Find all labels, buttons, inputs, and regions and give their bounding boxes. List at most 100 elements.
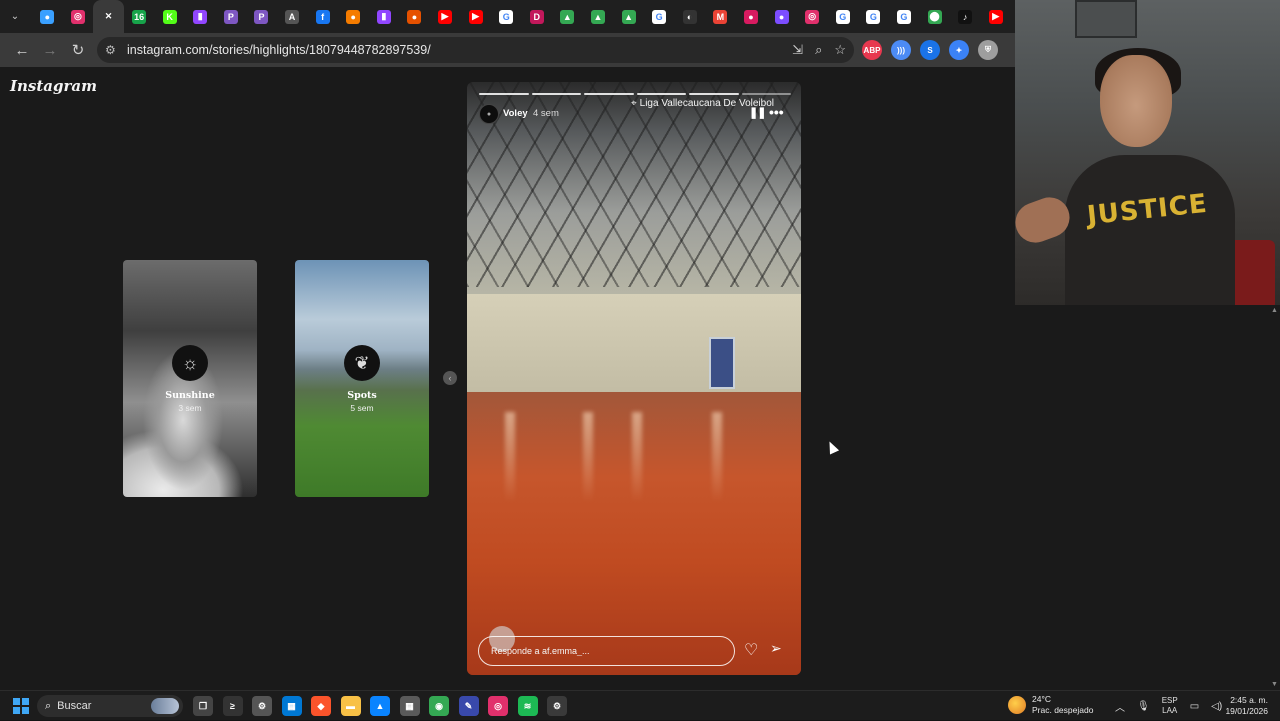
browser-tab[interactable]: 16	[124, 0, 155, 33]
scroll-up-arrow-icon[interactable]: ▲	[1271, 307, 1278, 314]
taskbar-search[interactable]: ⌕ Buscar	[37, 695, 183, 717]
counter-icon: 16	[132, 9, 147, 24]
browser-tab[interactable]: K	[154, 0, 185, 33]
previous-story-button[interactable]: ‹	[443, 371, 457, 385]
shield-icon[interactable]: ⛨	[978, 40, 998, 60]
browser-tab[interactable]: ●	[736, 0, 767, 33]
scroll-down-arrow-icon[interactable]: ▼	[1271, 681, 1278, 688]
browser-tab[interactable]: ▮	[369, 0, 400, 33]
browser-tab[interactable]: G	[491, 0, 522, 33]
url-text[interactable]: instagram.com/stories/highlights/1807944…	[127, 43, 431, 57]
browser-tab[interactable]: ●	[338, 0, 369, 33]
bookmark-star-icon[interactable]: ☆	[834, 42, 846, 58]
browser-tab[interactable]: ◐	[674, 0, 705, 33]
d-icon: D	[529, 9, 544, 24]
browser-tab[interactable]: ✕	[93, 0, 124, 33]
highlight-preview-spots[interactable]: ❦ Spots 5 sem	[295, 260, 429, 497]
language-indicator[interactable]: ESP LAA	[1162, 696, 1178, 716]
browser-tab[interactable]: A	[277, 0, 308, 33]
zoom-icon[interactable]: ⌕	[815, 42, 822, 58]
weather-widget[interactable]: 24°C Prac. despejado	[1008, 694, 1093, 716]
chrome-icon[interactable]: ◉	[429, 696, 449, 716]
browser-tab[interactable]: ▶	[980, 0, 1011, 33]
browser-tab[interactable]: M	[705, 0, 736, 33]
instagram-icon: ◎	[70, 9, 85, 24]
clock-time: 2:45 a. m.	[1230, 695, 1268, 705]
browser-tab[interactable]: ▲	[552, 0, 583, 33]
browser-tab[interactable]: G	[889, 0, 920, 33]
browser-tab[interactable]: G	[827, 0, 858, 33]
sound-icon[interactable]: )))	[891, 40, 911, 60]
browser-tab[interactable]: ◎	[797, 0, 828, 33]
browser-tab[interactable]: ♪	[950, 0, 981, 33]
puzzle-icon[interactable]: ✦	[949, 40, 969, 60]
settings-icon[interactable]: ⚙	[252, 696, 272, 716]
install-app-icon[interactable]: ⇲	[792, 42, 803, 58]
drive-icon: ▲	[621, 9, 636, 24]
instagram-icon[interactable]: ◎	[488, 696, 508, 716]
reply-input[interactable]	[478, 636, 735, 666]
photos-icon[interactable]: ▲	[370, 696, 390, 716]
back-button[interactable]: ←	[8, 36, 36, 64]
forward-button[interactable]: →	[36, 36, 64, 64]
tab-search-button[interactable]: ⌄	[6, 8, 24, 26]
address-bar[interactable]: ⚙ instagram.com/stories/highlights/18079…	[97, 37, 854, 63]
page-scrollbar[interactable]: ▲ ▼	[1268, 305, 1280, 690]
browser-tab[interactable]: ●	[766, 0, 797, 33]
reload-button[interactable]: ↻	[64, 36, 92, 64]
browser-tab[interactable]: P	[246, 0, 277, 33]
terminal-icon[interactable]: ≥	[222, 696, 243, 716]
google-icon: G	[866, 9, 881, 24]
gear-icon[interactable]: ⚙	[547, 696, 567, 716]
browser-tab[interactable]: P	[216, 0, 247, 33]
search-icon: ⌕	[45, 699, 52, 712]
browser-tab[interactable]: ◎	[63, 0, 94, 33]
instagram-logo[interactable]: Instagram	[10, 77, 97, 95]
spotify-icon[interactable]: ≋	[517, 696, 538, 716]
story-avatar[interactable]: ●	[479, 104, 499, 124]
pause-icon[interactable]: ❚❚	[749, 106, 766, 119]
network-icon[interactable]: ▭	[1190, 701, 1199, 712]
browser-tab[interactable]: ▲	[583, 0, 614, 33]
browser-tab[interactable]: ▶	[460, 0, 491, 33]
drive-icon: ▲	[590, 9, 605, 24]
browser-tab[interactable]: f	[307, 0, 338, 33]
more-options-icon[interactable]: •••	[769, 104, 784, 120]
task-view-icon[interactable]: ❐	[193, 696, 213, 716]
weather-sun-icon	[1008, 696, 1026, 714]
browser-tab[interactable]: ▮	[185, 0, 216, 33]
browser-tab[interactable]: G	[858, 0, 889, 33]
browser-tab[interactable]: ●	[32, 0, 63, 33]
share-send-icon[interactable]: ➢	[770, 640, 782, 657]
drive-icon: ▲	[560, 9, 575, 24]
browser-tab[interactable]: ▲	[613, 0, 644, 33]
browser-tab[interactable]: ⬤	[919, 0, 950, 33]
sun-icon: ☼	[172, 345, 208, 381]
tray-chevron-up-icon[interactable]: ︿	[1115, 699, 1125, 714]
purple-app-icon: ●	[774, 9, 789, 24]
youtube-icon: ▶	[438, 9, 453, 24]
browser-tab[interactable]: D	[522, 0, 553, 33]
browser-tab[interactable]: ▶	[430, 0, 461, 33]
brave-icon[interactable]: ◆	[311, 696, 331, 716]
taskbar-search-label: Buscar	[57, 700, 92, 712]
calculator-icon[interactable]: ▦	[399, 696, 420, 716]
highlight-preview-sunshine[interactable]: ☼ Sunshine 3 sem	[123, 260, 257, 497]
shazam-icon[interactable]: S	[920, 40, 940, 60]
browser-tab[interactable]: ●	[399, 0, 430, 33]
story-image-glare	[632, 412, 642, 502]
microphone-icon[interactable]: 🎙	[1137, 701, 1150, 712]
red-app-icon: ●	[743, 9, 758, 24]
editor-icon[interactable]: ✎	[458, 696, 479, 716]
volume-icon[interactable]: ◁)	[1211, 701, 1222, 712]
windows-start-icon[interactable]	[13, 698, 29, 714]
story-username[interactable]: Voley	[503, 108, 528, 119]
taskbar-clock[interactable]: 2:45 a. m. 19/01/2026	[1222, 695, 1268, 717]
store-icon[interactable]: ▦	[281, 696, 302, 716]
folder-icon[interactable]: ▬	[340, 696, 361, 716]
story-viewer[interactable]: ⌖ Liga Vallecaucana De Voleibol ● Voley …	[467, 82, 801, 675]
abp-icon[interactable]: ABP	[862, 40, 882, 60]
browser-tab[interactable]: G	[644, 0, 675, 33]
like-heart-icon[interactable]: ♡	[744, 640, 758, 660]
site-info-icon[interactable]: ⚙	[105, 43, 125, 57]
